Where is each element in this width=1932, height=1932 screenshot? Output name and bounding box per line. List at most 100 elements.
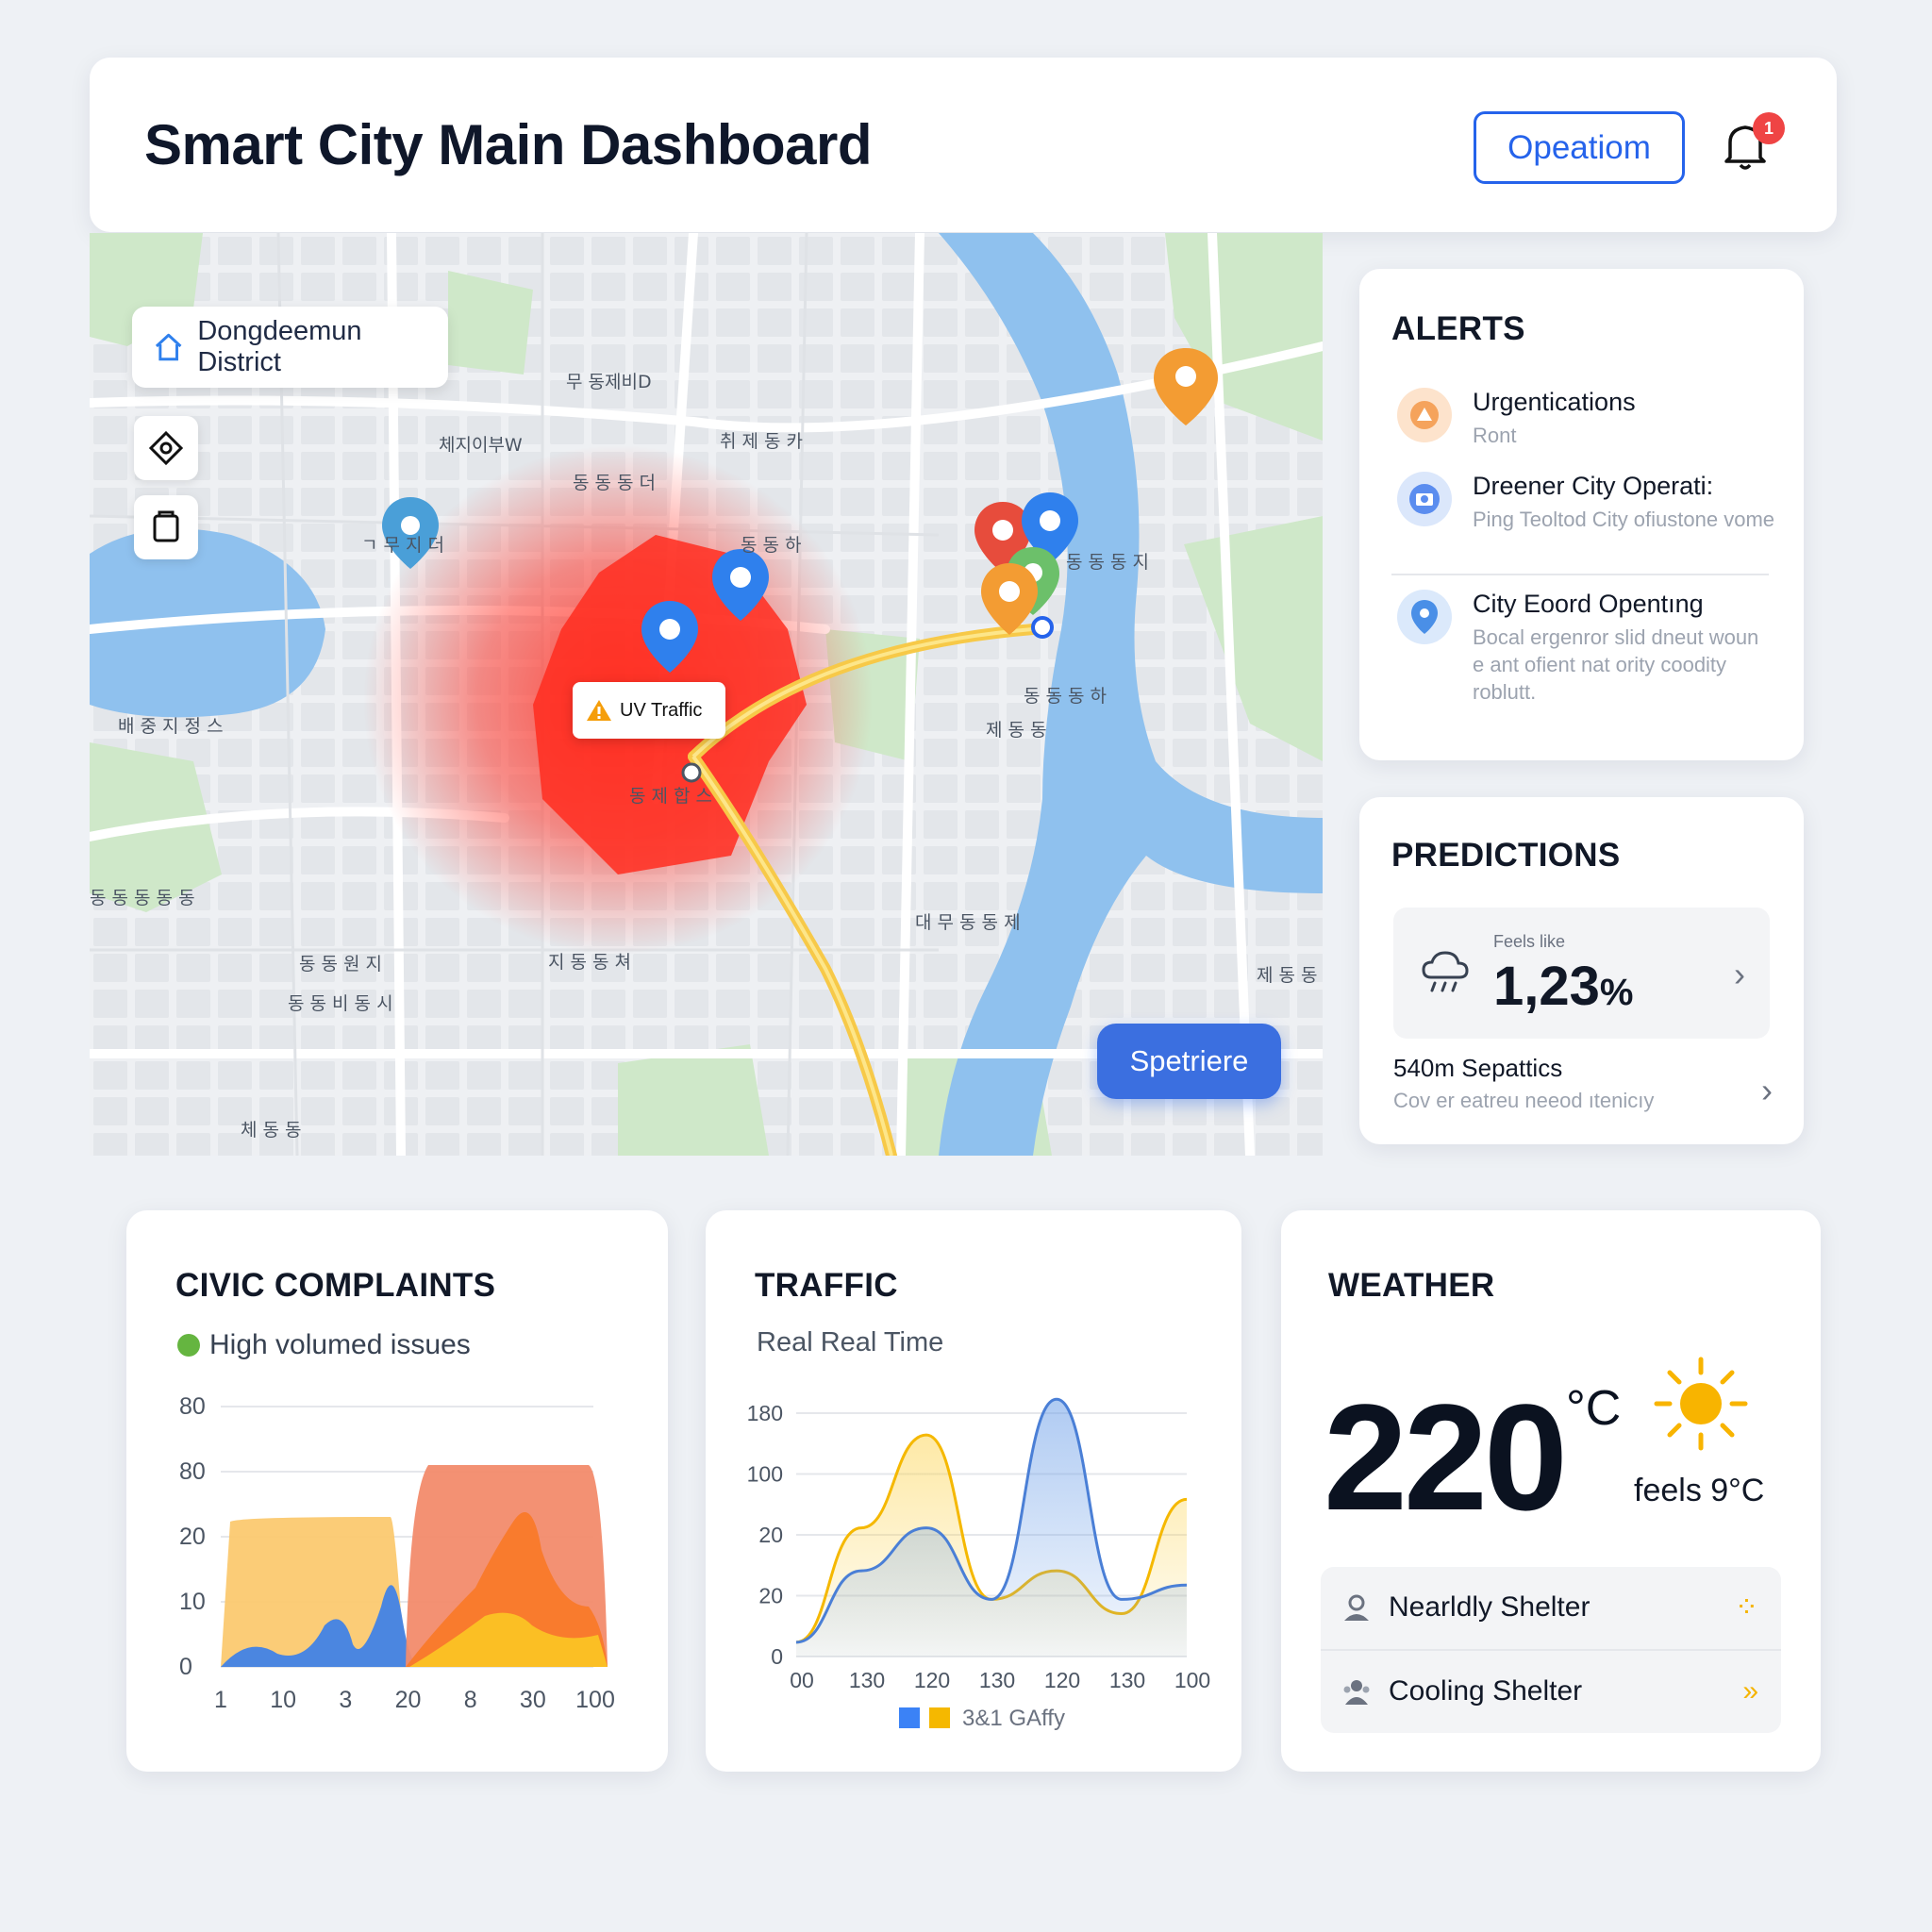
x-tick-label: 130 <box>1109 1668 1145 1692</box>
x-tick-label: 1 <box>214 1687 227 1713</box>
map-label: 동 동 하 <box>741 535 802 556</box>
map-label: 동 동 동 더 <box>573 473 657 493</box>
alert-subtitle: Ront <box>1473 424 1517 447</box>
alert-item[interactable]: Urgentications Ront <box>1397 388 1784 454</box>
x-tick-label: 120 <box>1044 1668 1080 1692</box>
prediction-feels-card[interactable]: Feels like 1,23% › <box>1393 908 1770 1039</box>
prediction-number: 1,23 <box>1493 956 1600 1017</box>
alert-title: City Eoord Opentıng <box>1473 590 1704 618</box>
map-label: 체 동 동 <box>241 1120 302 1141</box>
alert-subtitle: Ping Teoltod City ofiustone vome <box>1473 508 1774 531</box>
map-label: 배 중 지 정 스 <box>118 716 224 737</box>
alerts-title: ALERTS <box>1391 310 1525 347</box>
alert-item[interactable]: City Eoord Opentıng Bocal ergenror slid … <box>1397 590 1784 712</box>
temperature-unit: °C <box>1566 1381 1622 1436</box>
prediction-row[interactable]: 540m Sepattics Cov er eatreu neeod ıteni… <box>1393 1054 1780 1113</box>
map-label: 동 동 동 동 동 <box>90 888 195 908</box>
notification-badge: 1 <box>1753 112 1785 144</box>
shelter-label: Cooling Shelter <box>1389 1675 1583 1707</box>
predictions-title: PREDICTIONS <box>1391 837 1621 874</box>
warning-icon <box>587 700 611 721</box>
operation-button[interactable]: Opeatiom <box>1474 111 1685 184</box>
city-map[interactable]: 무 동제비D 체지이부W 취 제 동 카 동 동 동 더 ㄱ 무 지 더 동 동… <box>90 233 1323 1156</box>
x-tick-label: 100 <box>1174 1668 1210 1692</box>
x-tick-label: 10 <box>270 1687 296 1713</box>
x-tick-label: 120 <box>914 1668 950 1692</box>
y-tick-label: 80 <box>179 1393 206 1420</box>
user-icon <box>1344 1594 1369 1621</box>
prediction-value: 1,23% <box>1493 955 1633 1018</box>
y-tick-label: 0 <box>179 1654 192 1680</box>
feels-like-label: Feels like <box>1493 932 1566 951</box>
shelter-label: Nearldly Shelter <box>1389 1591 1591 1623</box>
x-tick-label: 20 <box>395 1687 422 1713</box>
alerts-panel: ALERTS Urgentications Ront Dreener City … <box>1359 269 1804 760</box>
x-tick-label: 130 <box>849 1668 885 1692</box>
notification-bell[interactable]: 1 <box>1717 112 1785 182</box>
cloud-rain-icon <box>1422 951 1469 992</box>
alert-subtitle: Bocal ergenror slid dneut woun e ant ofi… <box>1473 625 1759 704</box>
map-label: 무 동제비D <box>566 372 652 392</box>
y-tick-label: 20 <box>758 1523 783 1547</box>
map-label: ㄱ 무 지 더 <box>361 535 445 556</box>
alert-title: Dreener City Operati: <box>1473 472 1714 500</box>
people-icon <box>1343 1680 1370 1705</box>
map-label: 동 제 합 스 <box>629 786 713 807</box>
series-area <box>796 1399 1187 1657</box>
map-label: 지 동 동 쳐 <box>548 952 632 973</box>
x-tick-label: 3 <box>339 1687 352 1713</box>
y-tick-label: 0 <box>771 1644 783 1669</box>
location-pin-icon <box>1397 590 1452 644</box>
layers-icon <box>148 430 184 466</box>
legend-swatch-yellow <box>929 1707 950 1728</box>
x-tick-label: 30 <box>520 1687 546 1713</box>
traffic-chart: 180 100 20 20 0 00 130 120 130 120 130 100 3&1 GAf… <box>747 1397 1210 1731</box>
y-tick-label: 10 <box>179 1589 206 1615</box>
shelter-list: Nearldly Shelter ⁘ Cooling Shelter » <box>1321 1567 1781 1733</box>
traffic-callout-label: UV Traffic <box>620 699 703 721</box>
map-label: 체지이부W <box>439 435 523 456</box>
map-label: 동 동 비 동 시 <box>288 993 393 1014</box>
y-tick-label: 180 <box>747 1401 783 1425</box>
traffic-callout[interactable]: UV Traffic <box>573 682 725 739</box>
loading-icon: ⁘ <box>1734 1591 1758 1624</box>
x-tick-label: 130 <box>979 1668 1015 1692</box>
sun-icon <box>1654 1357 1748 1451</box>
chevron-right-icon: › <box>1734 955 1745 993</box>
shelter-item-nearby[interactable]: Nearldly Shelter ⁘ <box>1321 1567 1781 1648</box>
district-name: Dongdeemun District <box>197 316 362 377</box>
predictions-panel: PREDICTIONS Feels like 1,23% › 540m Sepa… <box>1359 797 1804 1144</box>
home-icon <box>155 333 182 361</box>
map-label: 제 동 동 수 <box>1257 965 1323 986</box>
x-tick-label: 8 <box>464 1687 477 1713</box>
double-chevron-right-icon: » <box>1742 1675 1758 1707</box>
weather-title: WEATHER <box>1328 1267 1495 1304</box>
map-action-button[interactable]: Spetriere <box>1097 1024 1281 1099</box>
civic-complaints-card: CIVIC COMPLAINTS High volumed issues 80 8… <box>126 1210 668 1772</box>
x-tick-label: 00 <box>790 1668 814 1692</box>
camera-icon <box>1397 472 1452 526</box>
alarm-icon <box>1397 388 1452 442</box>
traffic-legend-label: 3&1 GAffy <box>962 1706 1065 1731</box>
y-tick-label: 100 <box>747 1462 783 1487</box>
map-label: 동 동 동 지 <box>1066 552 1150 573</box>
feels-like-temperature: feels 9°C <box>1634 1473 1765 1508</box>
temperature-value: 220 <box>1324 1373 1568 1541</box>
alert-item[interactable]: Dreener City Operati: Ping Teoltod City … <box>1397 472 1784 566</box>
y-tick-label: 20 <box>179 1524 206 1550</box>
clipboard-icon <box>153 510 179 542</box>
map-bookmark-button[interactable] <box>134 495 198 559</box>
alert-title: Urgentications <box>1473 388 1636 416</box>
shelter-item-cooling[interactable]: Cooling Shelter » <box>1321 1651 1781 1732</box>
map-layers-button[interactable] <box>134 416 198 480</box>
traffic-card: TRAFFIC Real Real Time 180 100 20 20 0 00 130… <box>706 1210 1241 1772</box>
map-label: 제 동 동 <box>986 720 1047 741</box>
alerts-divider <box>1391 574 1769 575</box>
page-title: Smart City Main Dashboard <box>144 113 873 176</box>
prediction-row-subtitle: Cov er eatreu neeod ıtenicıy <box>1393 1089 1655 1112</box>
prediction-unit: % <box>1599 972 1634 1013</box>
header-bar: Smart City Main Dashboard Opeatiom 1 <box>90 58 1837 232</box>
chevron-right-icon: › <box>1761 1071 1773 1109</box>
district-selector[interactable]: Dongdeemun District <box>132 307 448 388</box>
weather-card: WEATHER 220 °C feels 9°C Nearldly Shelte… <box>1281 1210 1821 1772</box>
